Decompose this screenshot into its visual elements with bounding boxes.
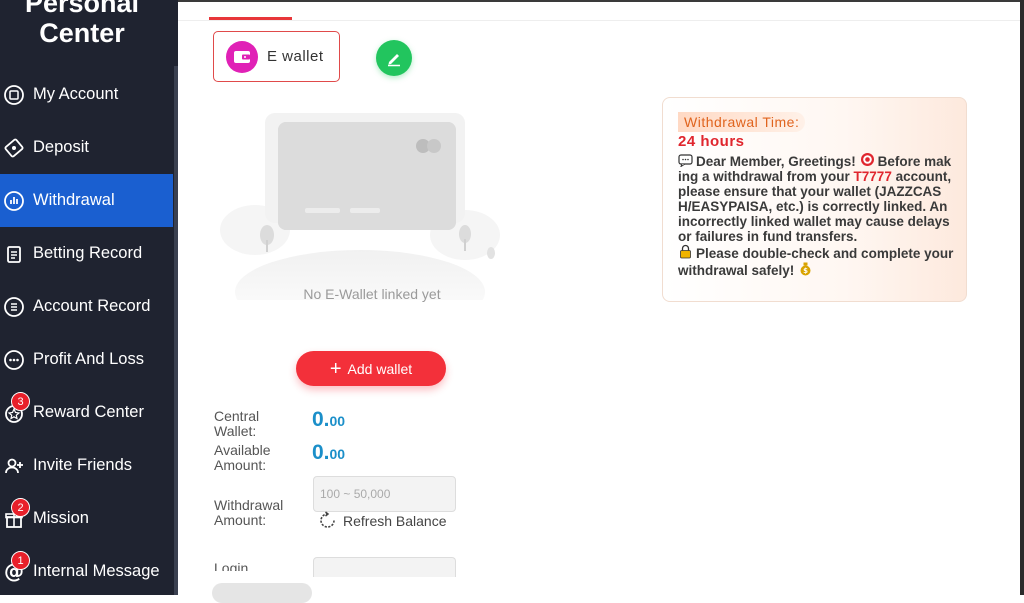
withdrawal-time-label: Withdrawal Time: xyxy=(678,112,806,132)
sidebar-item-label: Betting Record xyxy=(33,244,143,262)
sidebar-item-label: My Account xyxy=(33,85,119,103)
sidebar-item-label: Mission xyxy=(33,509,89,527)
active-tab-indicator xyxy=(209,17,292,20)
sidebar-item-invite-friends[interactable]: Invite Friends xyxy=(0,439,173,492)
sidebar-item-internal-message[interactable]: @ Internal Message 1 xyxy=(0,545,173,598)
sidebar-item-label: Profit And Loss xyxy=(33,350,144,368)
betting-record-icon xyxy=(3,243,25,265)
invite-icon xyxy=(3,455,25,477)
money-bag-icon: $ xyxy=(800,262,811,276)
sidebar: Personal Center My Account Deposit Withd… xyxy=(0,0,178,595)
add-wallet-label: Add wallet xyxy=(347,360,413,377)
right-border xyxy=(1020,0,1024,595)
sidebar-scrollbar[interactable] xyxy=(174,66,178,595)
sidebar-title: Personal Center xyxy=(24,0,140,48)
withdrawal-notice: Withdrawal Time: 24 hours Dear Member, G… xyxy=(662,97,967,302)
login-label: Login xyxy=(214,561,249,571)
lock-icon xyxy=(680,244,691,259)
available-amount-label: Available Amount: xyxy=(214,442,271,473)
brand-name: T7777 xyxy=(853,169,892,184)
add-wallet-button[interactable]: + Add wallet xyxy=(296,351,446,386)
central-wallet-label: Central Wallet: xyxy=(214,408,260,439)
sidebar-item-mission[interactable]: Mission 2 xyxy=(0,492,173,545)
available-amount-value: 0.00 xyxy=(312,441,346,464)
empty-wallet-illustration xyxy=(215,110,505,334)
tab-divider xyxy=(178,20,1024,21)
refresh-balance-button[interactable]: Refresh Balance xyxy=(318,511,447,530)
target-icon xyxy=(860,153,874,166)
ewallet-tab-label: E wallet xyxy=(267,48,324,65)
mission-badge: 2 xyxy=(11,498,30,517)
account-record-icon xyxy=(3,296,25,318)
wallet-icon xyxy=(226,40,258,73)
profit-loss-icon xyxy=(3,349,25,371)
speech-bubble-icon xyxy=(678,154,693,167)
ewallet-tab[interactable]: E wallet xyxy=(213,31,340,82)
sidebar-item-account-record[interactable]: Account Record xyxy=(0,280,173,333)
withdrawal-amount-label: Withdrawal Amount: xyxy=(214,497,284,528)
withdrawal-time-value: 24 hours xyxy=(678,133,745,150)
withdrawal-amount-placeholder: 100 ~ 50,000 xyxy=(320,487,391,501)
sidebar-item-profit-loss[interactable]: Profit And Loss xyxy=(0,333,173,386)
central-wallet-amount: 0.00 xyxy=(312,408,346,431)
sidebar-item-label: Account Record xyxy=(33,297,151,315)
sidebar-item-label: Reward Center xyxy=(33,403,144,421)
login-input[interactable] xyxy=(313,557,456,577)
sidebar-item-reward-center[interactable]: Reward Center 3 xyxy=(0,386,173,439)
withdrawal-amount-input[interactable]: 100 ~ 50,000 xyxy=(313,476,456,512)
deposit-icon xyxy=(3,137,25,159)
sidebar-item-deposit[interactable]: Deposit xyxy=(0,121,173,174)
edit-wallet-button[interactable] xyxy=(376,40,412,76)
top-border xyxy=(178,0,1024,2)
refresh-icon xyxy=(320,511,335,528)
withdrawal-icon xyxy=(3,190,25,212)
sidebar-item-my-account[interactable]: My Account xyxy=(0,68,173,121)
plus-icon: + xyxy=(329,357,342,380)
refresh-balance-label: Refresh Balance xyxy=(343,512,447,529)
sidebar-item-betting-record[interactable]: Betting Record xyxy=(0,227,173,280)
pencil-icon xyxy=(388,54,400,67)
account-icon xyxy=(3,84,25,106)
reward-badge: 3 xyxy=(11,392,30,411)
sidebar-item-label: Withdrawal xyxy=(33,191,115,209)
sidebar-item-withdrawal[interactable]: Withdrawal xyxy=(0,174,173,227)
sidebar-item-label: Internal Message xyxy=(33,562,160,580)
bottom-button[interactable] xyxy=(212,583,312,603)
sidebar-item-label: Invite Friends xyxy=(33,456,133,474)
svg-text:$: $ xyxy=(803,267,808,275)
empty-wallet-text: No E-Wallet linked yet xyxy=(303,286,441,302)
message-badge: 1 xyxy=(11,551,30,570)
sidebar-item-label: Deposit xyxy=(33,138,89,156)
notice-text: Dear Member, Greetings! Before making a … xyxy=(678,153,954,278)
